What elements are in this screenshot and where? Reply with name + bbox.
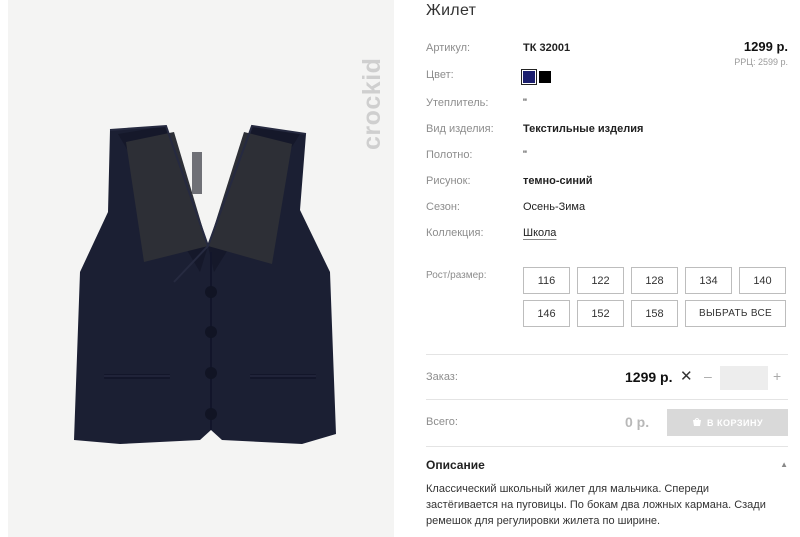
rrp-price: РРЦ: 2599 р. <box>734 57 788 67</box>
size-option-116[interactable]: 116 <box>523 267 570 294</box>
spec-value: Текстильные изделия <box>523 123 644 135</box>
add-to-cart-label: В КОРЗИНУ <box>706 417 764 428</box>
spec-pattern: Рисунок: темно-синий <box>426 173 788 191</box>
multiply-icon: ✕ <box>680 368 693 385</box>
svg-text:crockid: crockid <box>358 58 386 150</box>
decrease-quantity-button[interactable]: – <box>704 368 712 384</box>
spec-value: ТК 32001 <box>523 42 571 54</box>
order-label: Заказ: <box>426 371 458 383</box>
size-option-122[interactable]: 122 <box>577 267 624 294</box>
total-label: Всего: <box>426 416 458 428</box>
description-text: Классический школьный жилет для мальчика… <box>426 483 766 527</box>
divider <box>426 446 788 447</box>
quantity-input[interactable] <box>720 366 768 390</box>
spec-value: " <box>523 149 527 161</box>
size-option-152[interactable]: 152 <box>577 300 624 327</box>
spec-label: Артикул: <box>426 42 471 54</box>
spec-label: Вид изделия: <box>426 123 494 135</box>
total-value: 0 р. <box>625 414 650 430</box>
divider <box>426 354 788 355</box>
spec-collection: Коллекция: Школа <box>426 225 788 243</box>
sizes-label: Рост/размер: <box>426 270 487 281</box>
product-title: Жилет <box>426 2 477 19</box>
spec-label: Сезон: <box>426 201 460 213</box>
add-to-cart-button[interactable]: В КОРЗИНУ <box>667 409 788 436</box>
select-all-sizes-button[interactable]: ВЫБРАТЬ ВСЕ <box>685 300 786 327</box>
spec-value: " <box>523 97 527 109</box>
spec-value: темно-синий <box>523 175 593 187</box>
spec-label: Рисунок: <box>426 175 471 187</box>
spec-color: Цвет: <box>426 67 788 85</box>
spec-season: Сезон: Осень-Зима <box>426 199 788 217</box>
size-option-134[interactable]: 134 <box>685 267 732 294</box>
color-swatch-navy[interactable] <box>521 69 537 85</box>
product-image-vest[interactable] <box>74 122 348 462</box>
product-info-panel: Жилет Артикул: ТК 32001 1299 р. РРЦ: 259… <box>426 0 792 537</box>
size-option-140[interactable]: 140 <box>739 267 786 294</box>
color-swatch-black[interactable] <box>539 71 551 83</box>
spec-label: Утеплитель: <box>426 97 489 109</box>
spec-label: Цвет: <box>426 69 454 81</box>
spec-fabric: Полотно: " <box>426 147 788 165</box>
description-title[interactable]: Описание <box>426 458 485 472</box>
cart-icon <box>692 417 701 426</box>
spec-type: Вид изделия: Текстильные изделия <box>426 121 788 139</box>
product-gallery: crockid <box>8 0 394 537</box>
product-price: 1299 р. <box>743 39 788 54</box>
size-option-158[interactable]: 158 <box>631 300 678 327</box>
spec-insulation: Утеплитель: " <box>426 95 788 113</box>
increase-quantity-button[interactable]: + <box>773 368 781 384</box>
chevron-up-icon[interactable]: ▲ <box>780 460 788 469</box>
order-price: 1299 р. <box>625 369 673 385</box>
spec-label: Полотно: <box>426 149 473 161</box>
spec-label: Коллекция: <box>426 227 484 239</box>
size-option-128[interactable]: 128 <box>631 267 678 294</box>
size-option-146[interactable]: 146 <box>523 300 570 327</box>
collection-link[interactable]: Школа <box>523 227 556 239</box>
divider <box>426 399 788 400</box>
brand-logo: crockid <box>358 58 386 150</box>
spec-article: Артикул: ТК 32001 <box>426 40 788 58</box>
spec-value: Осень-Зима <box>523 201 586 213</box>
